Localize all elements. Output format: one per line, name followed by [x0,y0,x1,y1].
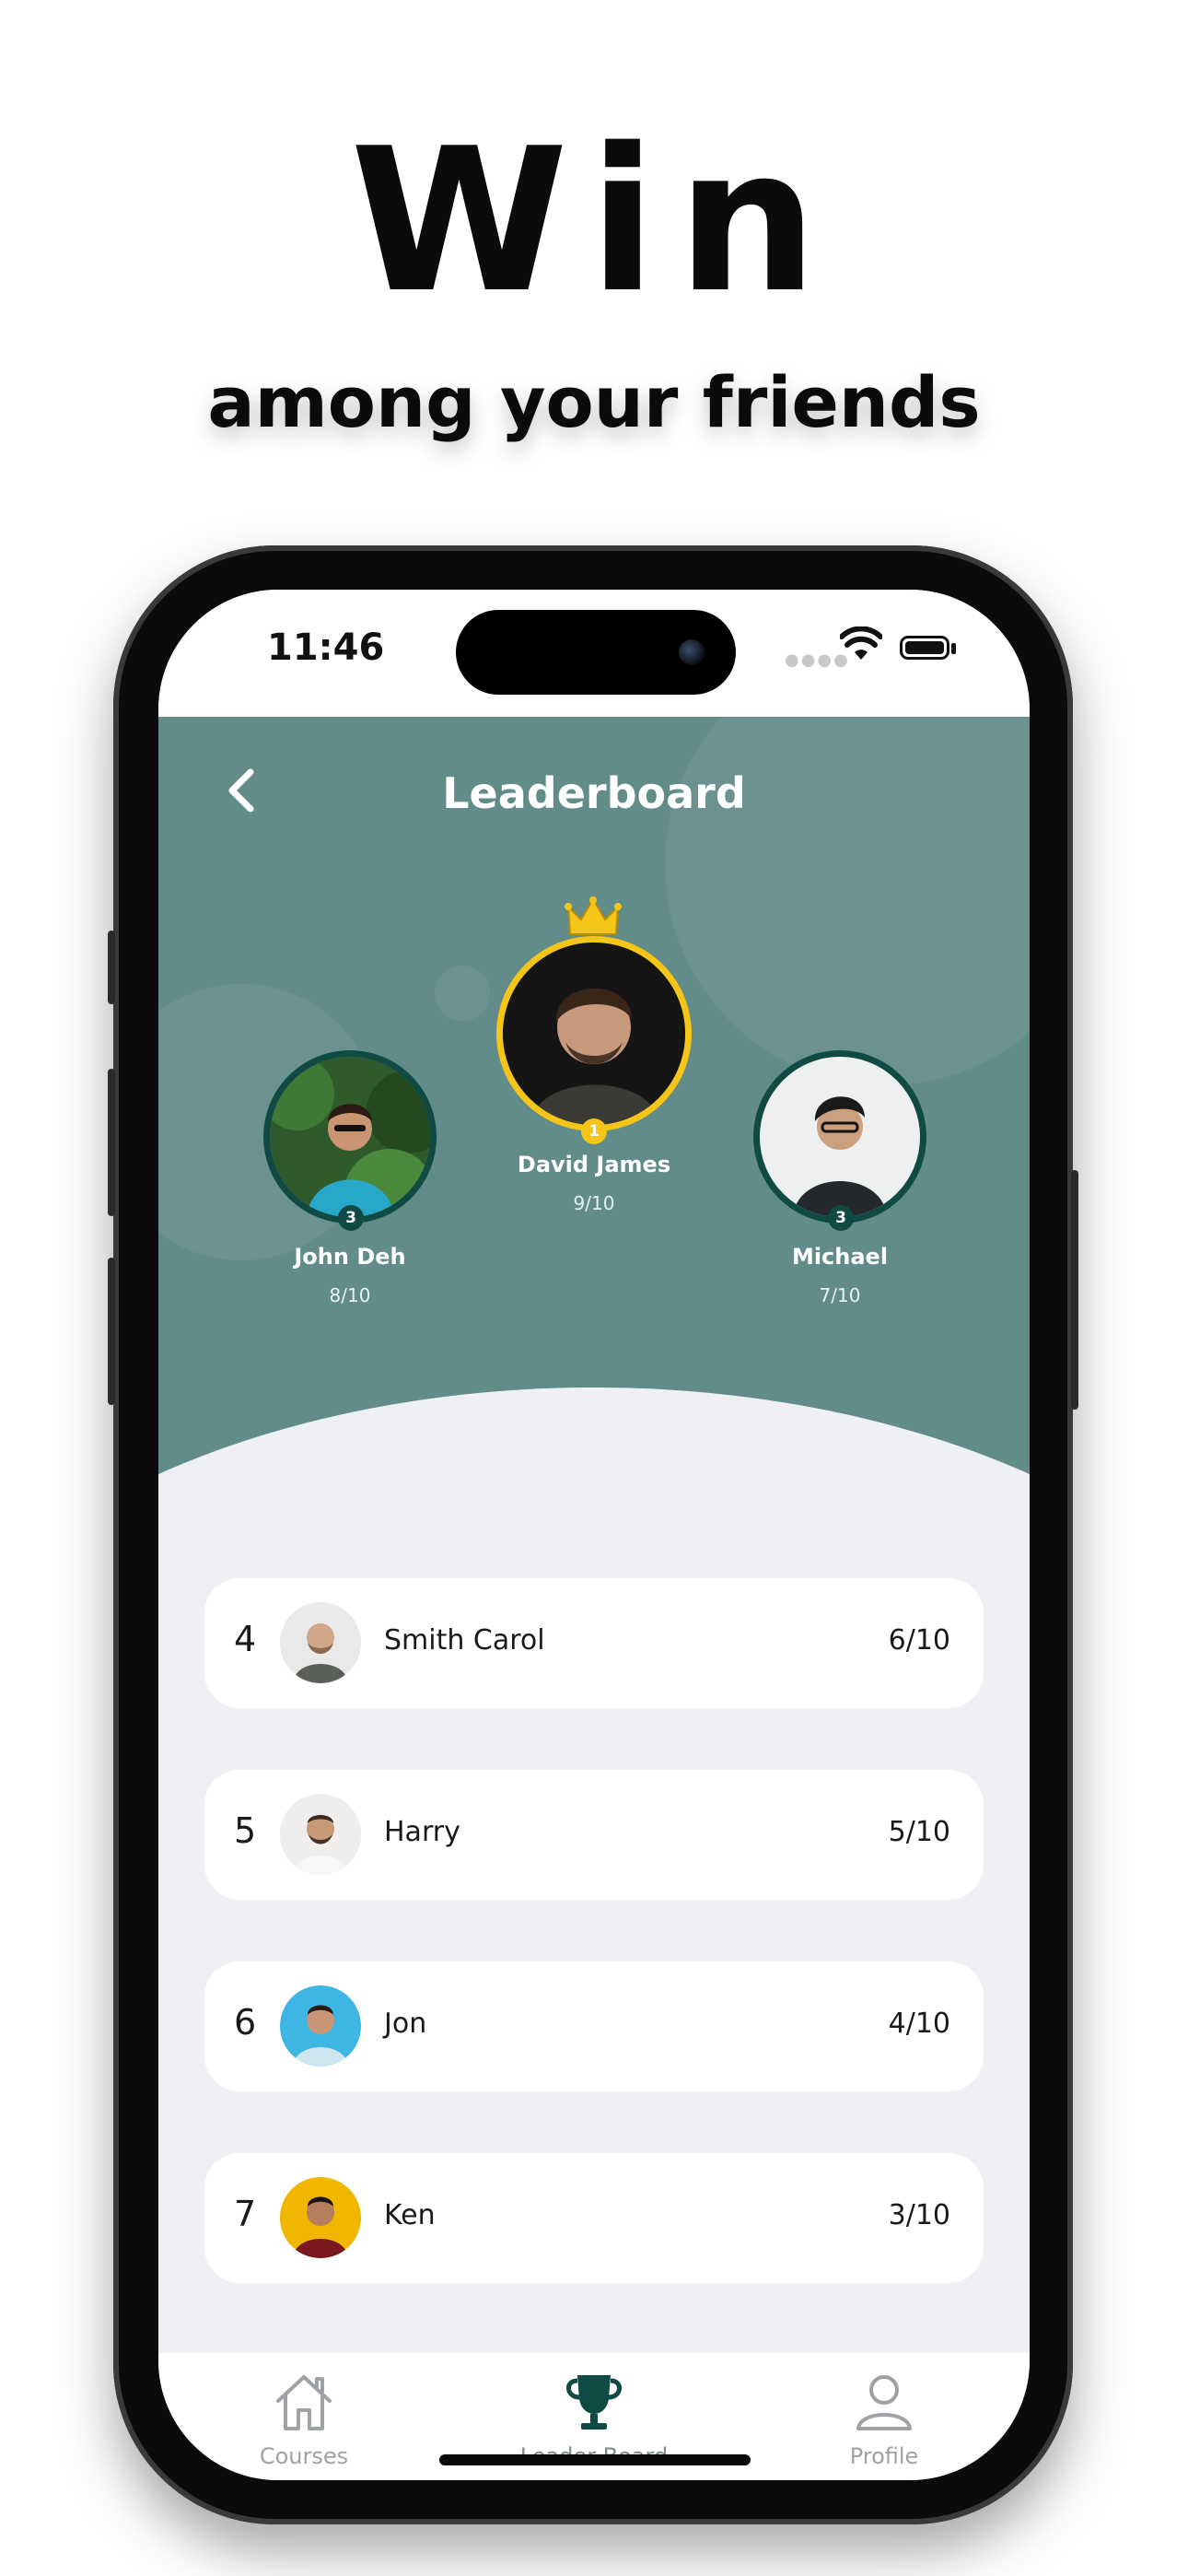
status-time: 11:46 [267,626,385,669]
podium-score: 8/10 [329,1284,371,1306]
trophy-icon [566,2375,622,2430]
header-curve [158,1388,1030,1546]
row-rank: 6 [234,2002,257,2043]
podium-name: David James [517,1152,671,1177]
list-item[interactable]: 4 Smith Carol 6/10 [204,1578,984,1708]
avatar [280,1602,361,1683]
podium-second[interactable]: 3 John Deh 8/10 [258,1050,442,1306]
battery-tip [951,643,956,654]
avatar [263,1050,437,1224]
podium-first[interactable]: 1 David James 9/10 [493,896,695,1214]
row-score: 3/10 [888,2199,950,2231]
row-rank: 4 [234,1619,257,1659]
crown-icon [565,896,622,935]
podium-third[interactable]: 3 Michael 7/10 [748,1050,932,1306]
avatar [280,2177,361,2258]
camera-icon [679,639,705,665]
app-screen: 11:46 ●●●● Leaderboard 3 John Deh 8/10 1… [158,590,1030,2480]
rank-badge: 3 [828,1205,854,1231]
home-indicator[interactable] [439,2454,751,2465]
avatar [496,936,692,1131]
tab-profile[interactable]: Profile [792,2370,976,2469]
podium-score: 9/10 [573,1192,615,1214]
row-rank: 5 [234,1810,257,1851]
podium-name: John Deh [294,1244,406,1270]
avatar [753,1050,926,1224]
phone-action-button [108,931,115,1004]
row-score: 5/10 [888,1816,950,1848]
leaderboard-list: 4 Smith Carol 6/10 5 Harry 5/10 6 Jon 4/… [204,1578,984,2345]
promo-headline: Win [350,105,838,336]
promo-subline: among your friends [207,361,981,443]
page-title: Leaderboard [442,768,746,818]
podium-score: 7/10 [819,1284,861,1306]
row-score: 6/10 [888,1624,950,1657]
avatar [280,1794,361,1875]
rank-badge: 3 [338,1205,364,1231]
battery-icon [900,636,949,660]
list-item[interactable]: 7 Ken 3/10 [204,2153,984,2283]
rank-badge: 1 [581,1118,607,1144]
row-name: Smith Carol [384,1624,545,1657]
tab-label: Profile [849,2443,919,2469]
row-score: 4/10 [888,2008,950,2040]
wifi-icon [840,626,882,660]
phone-volume-up [108,1069,115,1216]
row-name: Ken [384,2199,436,2231]
list-item[interactable]: 5 Harry 5/10 [204,1770,984,1900]
home-icon [276,2375,332,2430]
row-rank: 7 [234,2194,257,2234]
tab-courses[interactable]: Courses [212,2370,396,2469]
podium-name: Michael [791,1244,889,1270]
avatar [280,1985,361,2067]
row-name: Harry [384,1816,460,1848]
status-bar: 11:46 ●●●● [158,590,1030,717]
leaderboard-header: Leaderboard 3 John Deh 8/10 1 David Jame… [158,717,1030,1546]
list-item[interactable]: 6 Jon 4/10 [204,1961,984,2091]
row-name: Jon [384,2008,427,2040]
decor-bubble [435,966,490,1021]
tab-label: Courses [259,2443,349,2469]
phone-volume-down [108,1258,115,1405]
user-icon [856,2375,912,2430]
dynamic-island [456,610,736,695]
phone-power-button [1071,1170,1078,1410]
